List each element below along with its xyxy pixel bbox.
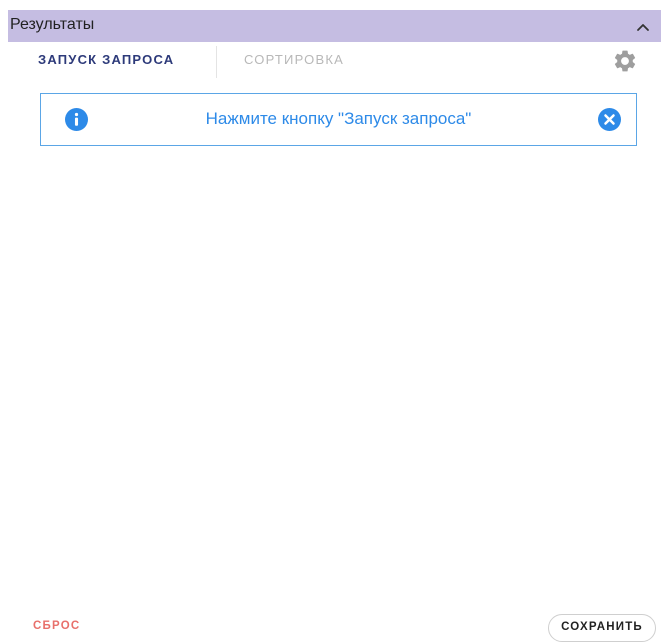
info-message: Нажмите кнопку "Запуск запроса" [205, 109, 472, 128]
results-panel-header: Результаты [8, 10, 661, 42]
info-banner: Нажмите кнопку "Запуск запроса" [40, 93, 637, 146]
gear-icon[interactable] [612, 48, 638, 74]
reset-button[interactable]: СБРОС [33, 620, 80, 632]
save-button[interactable]: СОХРАНИТЬ [548, 614, 656, 642]
panel-title: Результаты [10, 16, 95, 33]
tab-run-query[interactable]: ЗАПУСК ЗАПРОСА [38, 42, 174, 78]
chevron-up-icon[interactable] [635, 19, 651, 35]
close-circle-icon[interactable] [598, 108, 621, 131]
tab-divider [216, 46, 217, 78]
tab-sort[interactable]: СОРТИРОВКА [244, 42, 344, 78]
